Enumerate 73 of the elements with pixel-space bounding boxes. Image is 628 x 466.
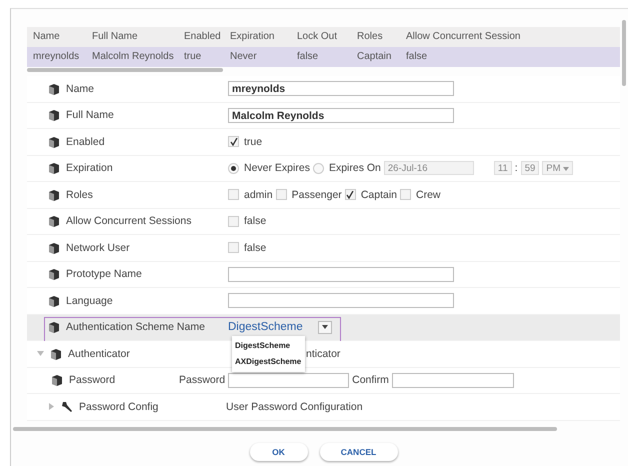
expander-icon[interactable]	[37, 350, 44, 358]
field-label: Full Name	[66, 109, 114, 122]
field-label: Language	[66, 294, 113, 307]
field-label: Authentication Scheme Name	[66, 321, 205, 334]
column-header[interactable]: Allow Concurrent Session	[400, 27, 620, 47]
table-cell: false	[400, 47, 620, 67]
field-value: User Password Configuration	[226, 400, 363, 413]
role-label: Passenger	[292, 188, 342, 201]
confirm-label: Confirm	[352, 374, 389, 386]
cube-icon	[48, 215, 60, 228]
radio-label: Expires On	[328, 162, 381, 174]
wrench-icon	[61, 400, 73, 413]
dialog-button[interactable]: OK	[250, 442, 308, 460]
role-label: Crew	[416, 188, 441, 201]
radio-label: Never Expires	[244, 162, 310, 174]
column-header[interactable]: Lock Out	[291, 27, 351, 47]
expander-icon[interactable]	[48, 403, 55, 410]
scrollbar[interactable]	[27, 68, 223, 72]
confirm-field[interactable]	[392, 372, 514, 388]
caret-icon[interactable]	[563, 167, 570, 172]
menu-item[interactable]: DigestScheme	[232, 338, 305, 354]
password-field[interactable]	[228, 372, 350, 388]
table-cell: Captain	[351, 47, 400, 67]
cube-icon	[48, 162, 60, 174]
field-label: Prototype Name	[66, 268, 142, 280]
field-label: Password Config	[79, 400, 158, 413]
column-header[interactable]: Expiration	[224, 27, 291, 47]
cube-icon	[50, 348, 62, 360]
table-cell: Malcolm Reynolds	[86, 47, 178, 67]
field-label: Network User	[66, 242, 130, 254]
scrollbar[interactable]	[622, 20, 626, 86]
column-header[interactable]: Full Name	[86, 27, 178, 47]
cube-icon	[48, 242, 60, 254]
role-label: admin	[244, 188, 273, 201]
field-label: Authenticator	[68, 348, 130, 360]
field-label: Enabled	[66, 136, 105, 148]
column-header[interactable]: Name	[27, 27, 86, 47]
table-cell: false	[291, 47, 351, 67]
cube-icon	[48, 136, 60, 148]
field-label: Expiration	[66, 162, 113, 174]
column-header[interactable]: Roles	[351, 27, 400, 47]
checkbox-label: false	[244, 242, 266, 254]
cube-icon	[48, 188, 60, 201]
table-cell: true	[178, 47, 224, 67]
text-field[interactable]	[228, 266, 454, 282]
cube-icon	[48, 268, 60, 280]
checkbox-label: true	[244, 136, 262, 148]
field-value: nticator	[306, 348, 340, 360]
scrollbar[interactable]	[13, 426, 557, 430]
menu-item[interactable]: AXDigestScheme	[232, 354, 305, 370]
table-cell: mreynolds	[27, 47, 86, 67]
column-header[interactable]: Enabled	[178, 27, 224, 47]
checkbox-label: false	[244, 215, 266, 228]
field-label: Name	[66, 82, 94, 95]
dropdown-icon[interactable]	[318, 320, 332, 334]
text-field[interactable]: mreynolds	[228, 81, 454, 96]
time-separator: :	[514, 162, 518, 174]
text-field[interactable]	[228, 293, 454, 308]
field-label: Password	[69, 374, 116, 386]
cube-icon	[51, 374, 63, 386]
checkbox[interactable]	[228, 136, 239, 148]
field-label: Roles	[66, 188, 93, 201]
text-field[interactable]: Malcolm Reynolds	[228, 108, 454, 123]
role-label: Captain	[360, 188, 398, 201]
cube-icon	[48, 294, 60, 307]
scheme-select[interactable]: DigestScheme	[228, 321, 303, 334]
password-label: Password	[179, 374, 226, 386]
cube-icon	[48, 82, 60, 95]
table-cell: Never	[224, 47, 291, 67]
dialog-button[interactable]: CANCEL	[320, 442, 398, 460]
cube-icon	[48, 321, 60, 334]
cube-icon	[48, 109, 60, 122]
field-label: Allow Concurrent Sessions	[66, 215, 192, 228]
